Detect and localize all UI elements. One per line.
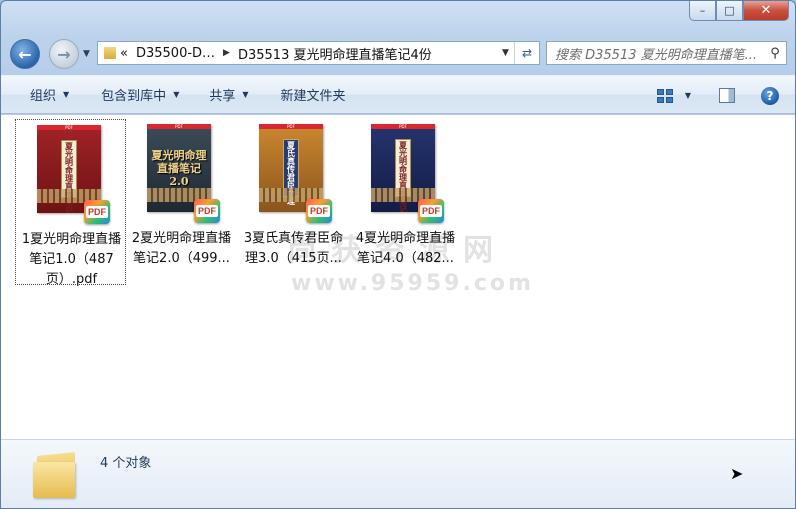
help-icon[interactable]: ?	[761, 86, 779, 105]
organize-menu[interactable]: 组织 ▼	[24, 82, 75, 108]
change-view-icon[interactable]	[656, 88, 673, 103]
file-item[interactable]: PDF 夏光明命理直播笔记4.0 PDF 4夏光明命理直播笔记4.0（482..…	[350, 119, 461, 285]
recent-pages-dropdown[interactable]: ▼	[83, 49, 90, 59]
forward-button[interactable]: →	[49, 39, 79, 69]
item-count: 4 个对象	[100, 456, 152, 471]
file-name: 3夏氏真传君臣命理3.0（415页...	[243, 231, 344, 266]
pdf-badge-label: PDF	[420, 205, 442, 217]
chevron-down-icon: ▼	[173, 90, 180, 99]
minimize-button[interactable]: –	[689, 1, 716, 21]
command-bar: 组织 ▼ 包含到库中 ▼ 共享 ▼ 新建文件夹 ▼ ?	[1, 75, 795, 115]
pdf-icon: PDF	[306, 199, 332, 223]
file-item[interactable]: PDF 夏氏真传君臣命理 PDF 3夏氏真传君臣命理3.0（415页...	[238, 119, 349, 285]
breadcrumb-segment-current[interactable]: D35513 夏光明命理直播笔记4份	[238, 44, 432, 63]
window-controls: – □ ✕	[689, 1, 789, 21]
folder-icon	[33, 448, 79, 500]
view-options-dropdown-icon[interactable]: ▼	[685, 91, 691, 100]
file-list[interactable]: 尚获资源网 www.95959.com PDF 夏光明命理直播笔记1.0 PDF…	[1, 115, 795, 439]
preview-pane-icon[interactable]	[719, 88, 735, 103]
share-label: 共享	[209, 89, 236, 104]
new-folder-button[interactable]: 新建文件夹	[275, 82, 352, 108]
forward-arrow-icon: →	[57, 44, 71, 64]
chevron-down-icon: ▼	[63, 90, 70, 99]
include-library-label: 包含到库中	[101, 89, 167, 104]
pdf-icon: PDF	[194, 199, 220, 223]
cover-title: 夏光明命理直播笔记2.0	[151, 149, 207, 188]
new-folder-label: 新建文件夹	[280, 89, 346, 104]
folder-icon	[104, 47, 116, 59]
file-item[interactable]: PDF 夏光明命理直播笔记1.0 PDF 1夏光明命理直播笔记1.0（487页）…	[15, 119, 126, 287]
navigation-bar: ← → ▼ « D35500-D… ▶ D35513 夏光明命理直播笔记4份 ▼…	[1, 39, 795, 71]
pdf-badge-label: PDF	[308, 205, 330, 217]
back-button[interactable]: ←	[10, 39, 40, 69]
details-pane: 4 个对象 ➤	[1, 439, 795, 508]
file-name: 2夏光明命理直播笔记2.0（499...	[131, 231, 232, 266]
chevron-down-icon: ▼	[242, 90, 249, 99]
address-bar[interactable]: « D35500-D… ▶ D35513 夏光明命理直播笔记4份 ▼ ⇄	[97, 41, 540, 65]
organize-label: 组织	[30, 89, 57, 104]
back-arrow-icon: ←	[18, 44, 32, 64]
mouse-cursor-icon: ➤	[730, 464, 744, 483]
breadcrumb-overflow[interactable]: «	[120, 46, 128, 61]
view-controls: ▼ ?	[656, 76, 795, 115]
include-in-library-menu[interactable]: 包含到库中 ▼	[95, 82, 185, 108]
pdf-badge-label: PDF	[196, 205, 218, 217]
pdf-icon: PDF	[418, 199, 444, 223]
pdf-icon: PDF	[84, 200, 110, 224]
address-dropdown-icon[interactable]: ▼	[497, 42, 515, 64]
breadcrumb-segment-parent[interactable]: D35500-D…	[136, 46, 215, 61]
share-menu[interactable]: 共享 ▼	[203, 82, 254, 108]
search-placeholder: 搜索 D35513 夏光明命理直播笔...	[555, 47, 758, 63]
search-input[interactable]: 搜索 D35513 夏光明命理直播笔... ⚲	[546, 41, 787, 65]
file-name: 1夏光明命理直播笔记1.0（487页）.pdf	[21, 232, 122, 287]
close-button[interactable]: ✕	[743, 1, 789, 21]
pdf-badge-label: PDF	[86, 206, 108, 218]
maximize-button[interactable]: □	[716, 1, 743, 21]
breadcrumb-separator-icon[interactable]: ▶	[223, 48, 230, 58]
search-icon[interactable]: ⚲	[764, 46, 786, 61]
explorer-window: – □ ✕ ← → ▼ « D35500-D… ▶ D35513 夏光明命理直播…	[0, 0, 796, 509]
file-item[interactable]: PDF 夏光明命理直播笔记2.0 PDF 2夏光明命理直播笔记2.0（499..…	[126, 119, 237, 285]
file-name: 4夏光明命理直播笔记4.0（482...	[355, 231, 456, 266]
refresh-icon[interactable]: ⇄	[515, 46, 539, 60]
